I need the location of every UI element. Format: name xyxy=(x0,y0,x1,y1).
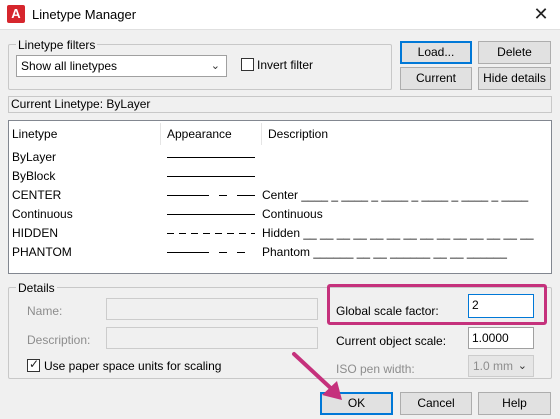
table-row[interactable]: ByLayer xyxy=(9,149,551,168)
linetype-name: ByLayer xyxy=(12,150,57,164)
details-label: Details xyxy=(16,281,57,295)
window-title: Linetype Manager xyxy=(32,7,137,22)
paper-space-units-label: Use paper space units for scaling xyxy=(44,359,222,373)
linetype-appearance xyxy=(167,195,257,196)
delete-button[interactable]: Delete xyxy=(478,41,551,64)
linetype-name: HIDDEN xyxy=(12,226,59,240)
cancel-button[interactable]: Cancel xyxy=(400,392,472,415)
description-field[interactable] xyxy=(106,327,318,349)
iso-pen-width-select[interactable]: 1.0 mm ⌄ xyxy=(468,355,534,377)
linetype-filter-select[interactable]: Show all linetypes ⌄ xyxy=(16,55,227,77)
invert-filter-checkbox[interactable] xyxy=(241,58,254,71)
linetype-description: Hidden __ __ __ __ __ __ __ __ __ __ __ … xyxy=(262,226,534,240)
column-divider[interactable] xyxy=(160,123,161,145)
iso-pen-width-value: 1.0 mm xyxy=(473,359,514,373)
annotation-arrow-icon xyxy=(292,352,342,400)
paper-space-units-checkbox[interactable] xyxy=(27,357,40,372)
column-header-description[interactable]: Description xyxy=(268,127,328,141)
invert-filter-label: Invert filter xyxy=(257,58,314,72)
linetype-appearance xyxy=(167,233,257,234)
linetype-appearance xyxy=(167,157,255,158)
table-row[interactable]: PHANTOM Phantom ______ __ __ ______ __ _… xyxy=(9,244,551,263)
linetype-filter-value: Show all linetypes xyxy=(21,59,118,73)
load-button[interactable]: Load... xyxy=(400,41,472,64)
table-row[interactable]: Continuous Continuous xyxy=(9,206,551,225)
table-row[interactable]: CENTER Center ____ _ ____ _ ____ _ ____ … xyxy=(9,187,551,206)
name-field[interactable] xyxy=(106,298,318,320)
chevron-down-icon: ⌄ xyxy=(210,60,220,72)
global-scale-input[interactable]: 2 xyxy=(468,294,534,318)
linetype-appearance xyxy=(167,252,257,253)
name-label: Name: xyxy=(27,304,63,318)
global-scale-label: Global scale factor: xyxy=(336,304,439,318)
table-row[interactable]: HIDDEN Hidden __ __ __ __ __ __ __ __ __… xyxy=(9,225,551,244)
help-button[interactable]: Help xyxy=(478,392,551,415)
linetype-list[interactable]: Linetype Appearance Description ByLayer … xyxy=(8,120,552,274)
linetype-description: Center ____ _ ____ _ ____ _ ____ _ ____ … xyxy=(262,188,529,202)
chevron-down-icon: ⌄ xyxy=(517,360,527,372)
current-linetype-display: Current Linetype: ByLayer xyxy=(8,96,552,113)
column-header-appearance[interactable]: Appearance xyxy=(167,127,232,141)
linetype-name: ByBlock xyxy=(12,169,56,183)
object-scale-input[interactable]: 1.0000 xyxy=(468,327,534,349)
object-scale-label: Current object scale: xyxy=(336,334,447,348)
linetype-name: CENTER xyxy=(12,188,62,202)
column-header-linetype[interactable]: Linetype xyxy=(12,127,57,141)
linetype-description: Phantom ______ __ __ ______ __ __ ______ xyxy=(262,245,507,259)
linetype-name: PHANTOM xyxy=(12,245,72,259)
current-button[interactable]: Current xyxy=(400,67,472,90)
description-label: Description: xyxy=(27,333,91,347)
linetype-filters-label: Linetype filters xyxy=(16,38,98,52)
table-row[interactable]: ByBlock xyxy=(9,168,551,187)
autocad-app-icon: A xyxy=(7,5,25,23)
linetype-appearance xyxy=(167,176,255,177)
linetype-description: Continuous xyxy=(262,207,323,221)
hide-details-button[interactable]: Hide details xyxy=(478,67,551,90)
close-icon[interactable]: ✕ xyxy=(526,2,556,28)
linetype-name: Continuous xyxy=(12,207,73,221)
column-divider[interactable] xyxy=(261,123,262,145)
linetype-appearance xyxy=(167,214,255,215)
